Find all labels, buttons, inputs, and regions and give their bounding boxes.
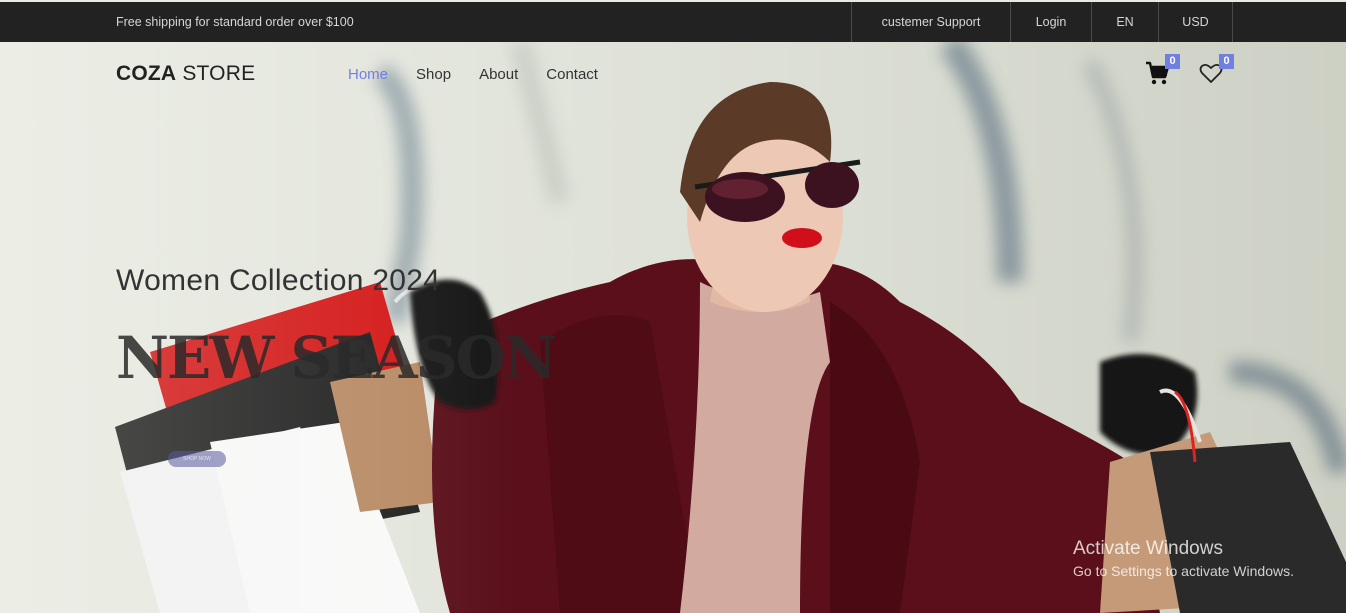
login-link[interactable]: Login [1010, 2, 1091, 42]
brand-logo[interactable]: COZA STORE [116, 62, 255, 86]
watermark-subtitle: Go to Settings to activate Windows. [1073, 563, 1294, 579]
top-bar-links: custemer Support Login EN USD [851, 2, 1233, 42]
windows-activation-watermark: Activate Windows Go to Settings to activ… [1073, 538, 1294, 579]
hero-headline: NEW SEASON [116, 324, 557, 392]
nav-home[interactable]: Home [348, 66, 388, 83]
nav-contact[interactable]: Contact [546, 66, 598, 83]
watermark-title: Activate Windows [1073, 538, 1223, 559]
hero-subtitle: Women Collection 2024 [116, 264, 441, 297]
language-selector[interactable]: EN [1091, 2, 1158, 42]
cart-button[interactable]: 0 [1145, 54, 1180, 88]
wishlist-count-badge: 0 [1219, 54, 1234, 69]
wishlist-button[interactable]: 0 [1199, 54, 1234, 88]
nav-shop[interactable]: Shop [416, 66, 451, 83]
nav-about[interactable]: About [479, 66, 518, 83]
promo-text: Free shipping for standard order over $1… [116, 15, 354, 29]
currency-selector[interactable]: USD [1158, 2, 1233, 42]
cart-count-badge: 0 [1165, 54, 1180, 69]
main-nav: Home Shop About Contact [348, 66, 598, 83]
top-bar: Free shipping for standard order over $1… [0, 2, 1346, 42]
shop-now-button[interactable]: SHOP NOW [168, 451, 226, 467]
customer-support-link[interactable]: custemer Support [851, 2, 1010, 42]
logo-rest: STORE [176, 62, 256, 85]
logo-bold: COZA [116, 62, 177, 85]
